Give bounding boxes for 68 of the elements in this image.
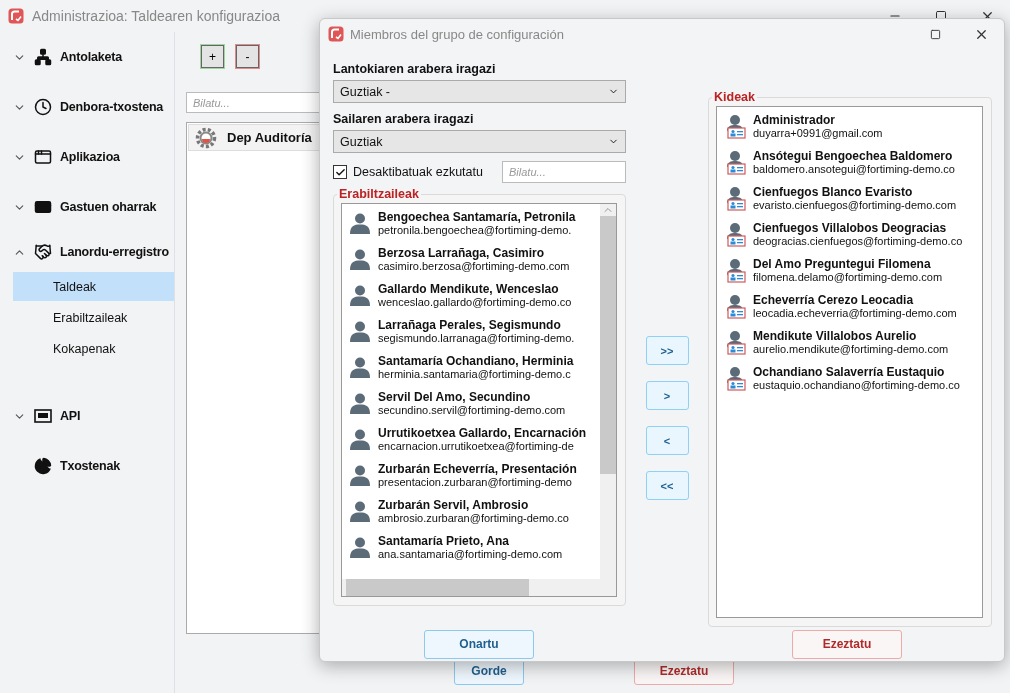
- clock-icon: [34, 98, 52, 116]
- handshake-icon: [34, 243, 52, 261]
- user-icon: [348, 391, 372, 415]
- pie-chart-icon: [34, 457, 52, 475]
- user-icon: [348, 427, 372, 451]
- member-row[interactable]: Ochandiano Salaverría Eustaquio eustaquio.ochandiano@fortiming-demo.co: [717, 360, 982, 396]
- app-logo-icon: [8, 8, 24, 24]
- sidebar-section[interactable]: Denbora-txostena: [0, 82, 174, 132]
- user-row[interactable]: Larrañaga Perales, Segismundo segismundo.larranaga@fortiming-demo.: [342, 313, 600, 349]
- user-row[interactable]: Zurbarán Servil, Ambrosio ambrosio.zurbaran@fortiming-demo.co: [342, 493, 600, 529]
- move-button[interactable]: >>: [645, 336, 689, 365]
- remove-button[interactable]: -: [235, 44, 260, 69]
- sidebar-section[interactable]: Gastuen oharrak: [0, 182, 174, 232]
- scrollbar[interactable]: [600, 204, 616, 596]
- dialog-title: Miembros del grupo de configuración: [350, 26, 564, 42]
- user-icon: [348, 283, 372, 307]
- cancel-button[interactable]: Ezeztatu: [792, 629, 902, 659]
- user-row[interactable]: Gallardo Mendikute, Wenceslao wenceslao.gallardo@fortiming-demo.co: [342, 277, 600, 313]
- move-button[interactable]: <<: [645, 471, 689, 500]
- gear-icon: [195, 126, 217, 149]
- user-icon: [348, 355, 372, 379]
- member-row[interactable]: Cienfuegos Blanco Evaristo evaristo.cienfuegos@fortiming-demo.com: [717, 180, 982, 216]
- app-logo-icon: [328, 26, 344, 42]
- user-icon: [348, 247, 372, 271]
- user-row[interactable]: Berzosa Larrañaga, Casimiro casimiro.berzosa@fortiming-demo.com: [342, 241, 600, 277]
- sidebar-section[interactable]: Antolaketa: [0, 32, 174, 82]
- sidebar-item[interactable]: Erabiltzaileak: [13, 303, 174, 332]
- member-row[interactable]: Del Amo Preguntegui Filomena filomena.delamo@fortiming-demo.com: [717, 252, 982, 288]
- sidebar-section[interactable]: Aplikazioa: [0, 132, 174, 182]
- member-row[interactable]: Echeverría Cerezo Leocadia leocadia.echeverria@fortiming-demo.com: [717, 288, 982, 324]
- move-button[interactable]: >: [645, 381, 689, 410]
- member-row[interactable]: Administrador duyarra+0991@gmail.com: [717, 108, 982, 144]
- user-row[interactable]: Urrutikoetxea Gallardo, Encarnación encarnacion.urrutikoetxea@fortiming-de: [342, 421, 600, 457]
- filter-label: Lantokiaren arabera iragazi: [333, 62, 497, 76]
- user-row[interactable]: Bengoechea Santamaría, Petronila petronila.bengoechea@fortiming-demo.: [342, 205, 600, 241]
- member-row[interactable]: Mendikute Villalobos Aurelio aurelio.mendikute@fortiming-demo.com: [717, 324, 982, 360]
- add-button[interactable]: +: [200, 44, 225, 69]
- user-row[interactable]: Santamaría Prieto, Ana ana.santamaria@fortiming-demo.com: [342, 529, 600, 565]
- accept-button[interactable]: Onartu: [424, 629, 534, 659]
- move-button[interactable]: <: [645, 426, 689, 455]
- sidebar-item[interactable]: Kokapenak: [13, 334, 174, 363]
- scrollbar[interactable]: [342, 579, 600, 596]
- panel-title: Kideak: [713, 90, 756, 104]
- filter-dropdown[interactable]: Guztiak -: [333, 80, 626, 103]
- search-field[interactable]: Bilatu...: [502, 161, 626, 183]
- user-row[interactable]: Servil Del Amo, Secundino secundino.servil@fortiming-demo.com: [342, 385, 600, 421]
- filter-dropdown[interactable]: Guztiak: [333, 130, 626, 153]
- checkbox[interactable]: [333, 165, 347, 179]
- member-row[interactable]: Ansótegui Bengoechea Baldomero baldomero.ansotegui@fortiming-demo.co: [717, 144, 982, 180]
- filter-label: Sailaren arabera iragazi: [333, 112, 475, 126]
- user-row[interactable]: Zurbarán Echeverría, Presentación presentacion.zurbaran@fortiming-demo: [342, 457, 600, 493]
- window-icon: [34, 148, 52, 166]
- user-icon: [348, 319, 372, 343]
- sidebar-section[interactable]: Txostenak: [0, 441, 174, 491]
- hierarchy-icon: [34, 48, 52, 66]
- card-icon: [34, 198, 52, 216]
- user-icon: [348, 463, 372, 487]
- user-row[interactable]: Santamaría Ochandiano, Herminia herminia.santamaria@fortiming-demo.c: [342, 349, 600, 385]
- member-row[interactable]: Cienfuegos Villalobos Deogracias deogracias.cienfuegos@fortiming-demo.co: [717, 216, 982, 252]
- window-title: Administrazioa: Taldearen konfigurazioa: [32, 8, 280, 24]
- sidebar-item[interactable]: Taldeak: [13, 272, 174, 301]
- user-icon: [348, 499, 372, 523]
- user-icon: [348, 211, 372, 235]
- sidebar-section[interactable]: API: [0, 391, 174, 441]
- sidebar-section[interactable]: Lanordu-erregistro: [0, 232, 174, 272]
- panel-title: Erabiltzaileak: [338, 187, 420, 201]
- checkbox-label: Desaktibatuak ezkutatu: [353, 165, 483, 179]
- user-icon: [348, 535, 372, 559]
